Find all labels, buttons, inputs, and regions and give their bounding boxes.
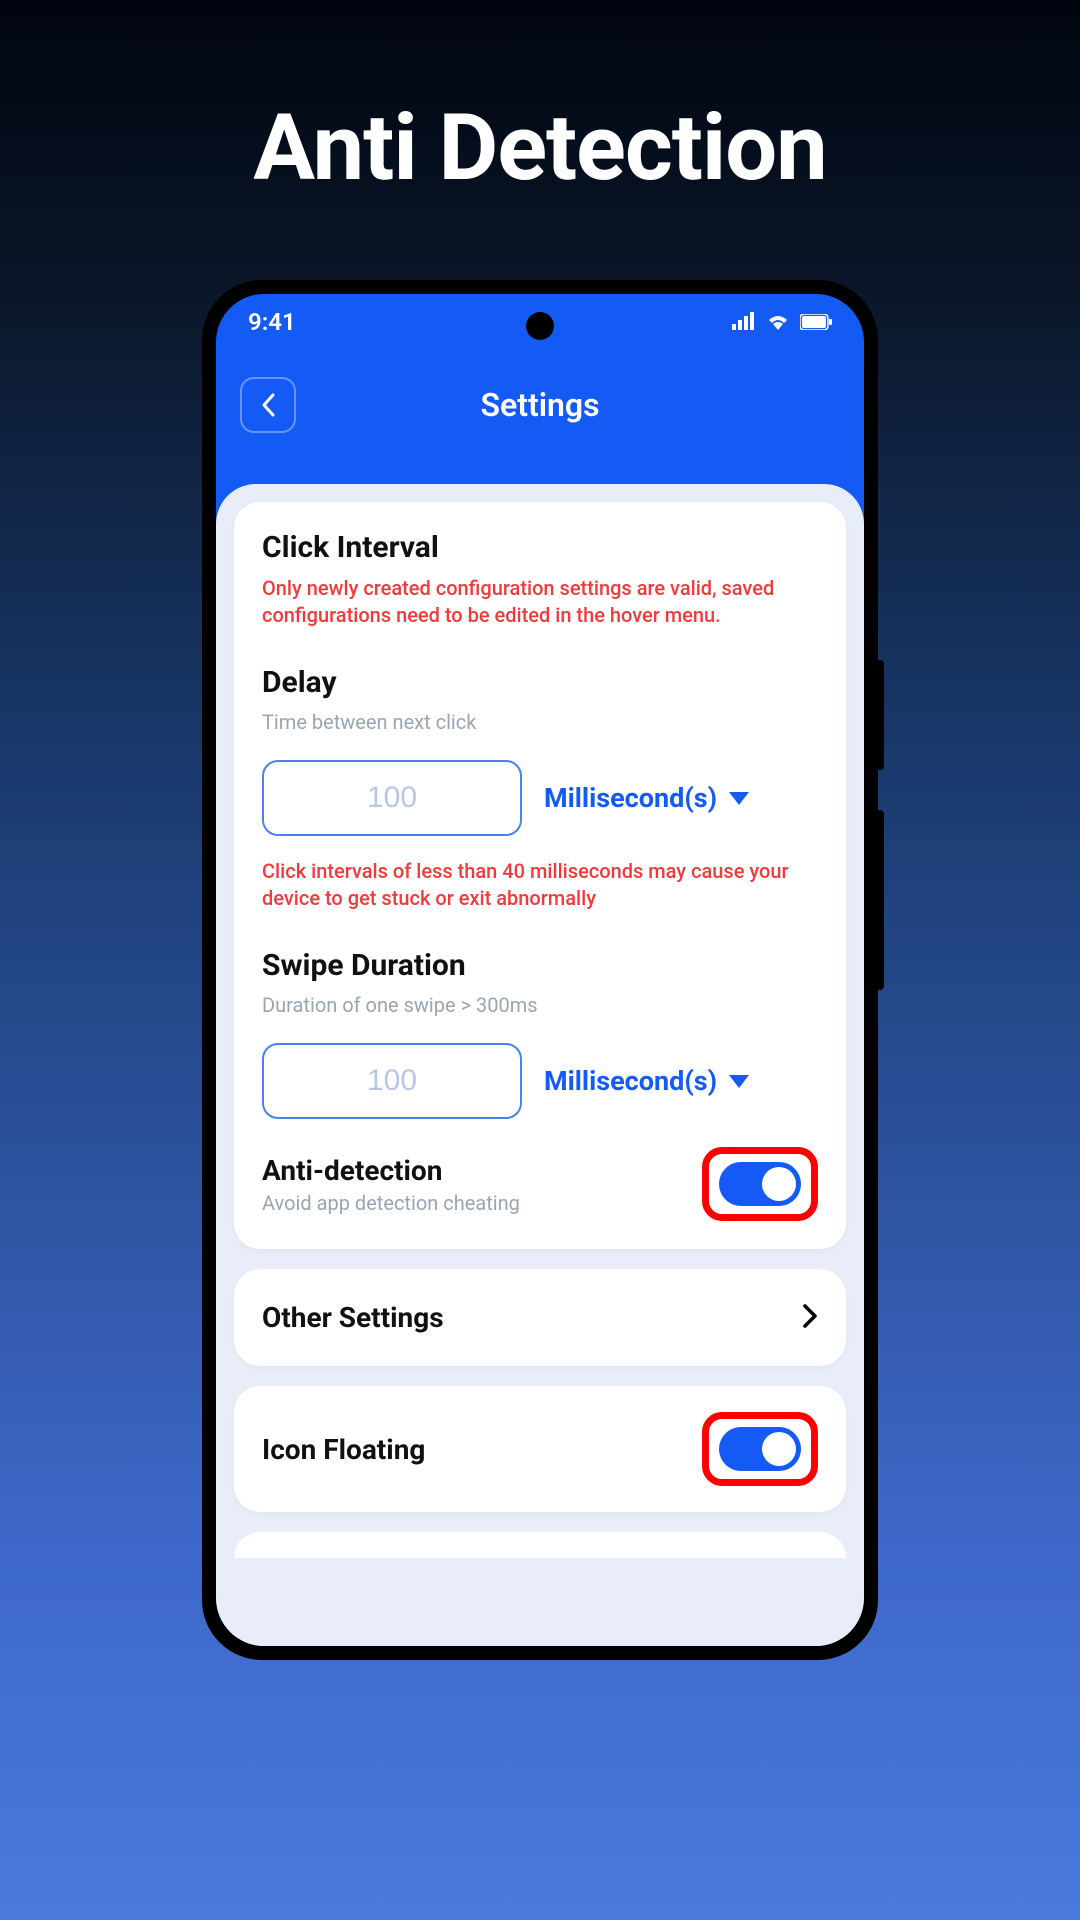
delay-unit-label: Millisecond(s)	[544, 782, 717, 814]
content-area: Click Interval Only newly created config…	[216, 484, 864, 1646]
other-settings-title: Other Settings	[262, 1301, 444, 1334]
swipe-unit-select[interactable]: Millisecond(s)	[544, 1065, 749, 1097]
anti-detection-highlight	[702, 1147, 818, 1221]
promo-title: Anti Detection	[0, 95, 1080, 202]
swipe-unit-label: Millisecond(s)	[544, 1065, 717, 1097]
delay-unit-select[interactable]: Millisecond(s)	[544, 782, 749, 814]
anti-detection-toggle[interactable]	[719, 1162, 801, 1206]
toggle-knob	[762, 1167, 796, 1201]
icon-floating-row: Icon Floating	[234, 1386, 846, 1512]
phone-side-button	[876, 660, 884, 770]
delay-title: Delay	[262, 665, 818, 700]
back-button[interactable]	[240, 377, 296, 433]
app-header: Settings	[216, 350, 864, 460]
delay-section: Delay Time between next click Millisecon…	[262, 665, 818, 912]
dropdown-icon	[729, 792, 749, 805]
camera-notch	[526, 312, 554, 340]
battery-icon	[800, 308, 832, 336]
swipe-subtitle: Duration of one swipe > 300ms	[262, 993, 818, 1017]
anti-detection-subtitle: Avoid app detection cheating	[262, 1191, 702, 1215]
other-settings-row[interactable]: Other Settings	[234, 1269, 846, 1366]
wifi-icon	[766, 308, 790, 336]
click-interval-section: Click Interval Only newly created config…	[262, 530, 818, 629]
status-icons	[732, 308, 832, 336]
icon-floating-toggle[interactable]	[719, 1427, 801, 1471]
dropdown-icon	[729, 1075, 749, 1088]
phone-frame: 9:41 Settings Click	[202, 280, 878, 1660]
status-time: 9:41	[248, 308, 296, 336]
swipe-input[interactable]	[262, 1043, 522, 1119]
icon-floating-title: Icon Floating	[262, 1433, 425, 1466]
swipe-section: Swipe Duration Duration of one swipe > 3…	[262, 948, 818, 1119]
chevron-right-icon	[802, 1303, 818, 1333]
delay-input[interactable]	[262, 760, 522, 836]
phone-side-button	[876, 810, 884, 990]
chevron-left-icon	[261, 393, 275, 417]
settings-main-card: Click Interval Only newly created config…	[234, 502, 846, 1249]
swipe-title: Swipe Duration	[262, 948, 818, 983]
toggle-knob	[762, 1432, 796, 1466]
page-title: Settings	[216, 386, 864, 424]
signal-icon	[732, 308, 756, 336]
icon-floating-highlight	[702, 1412, 818, 1486]
phone-screen: 9:41 Settings Click	[216, 294, 864, 1646]
click-interval-title: Click Interval	[262, 530, 818, 565]
anti-detection-title: Anti-detection	[262, 1154, 702, 1187]
peek-card	[234, 1532, 846, 1558]
anti-detection-row: Anti-detection Avoid app detection cheat…	[262, 1147, 818, 1221]
delay-warning: Click intervals of less than 40 millisec…	[262, 858, 818, 912]
click-interval-warning: Only newly created configuration setting…	[262, 575, 818, 629]
delay-subtitle: Time between next click	[262, 710, 818, 734]
